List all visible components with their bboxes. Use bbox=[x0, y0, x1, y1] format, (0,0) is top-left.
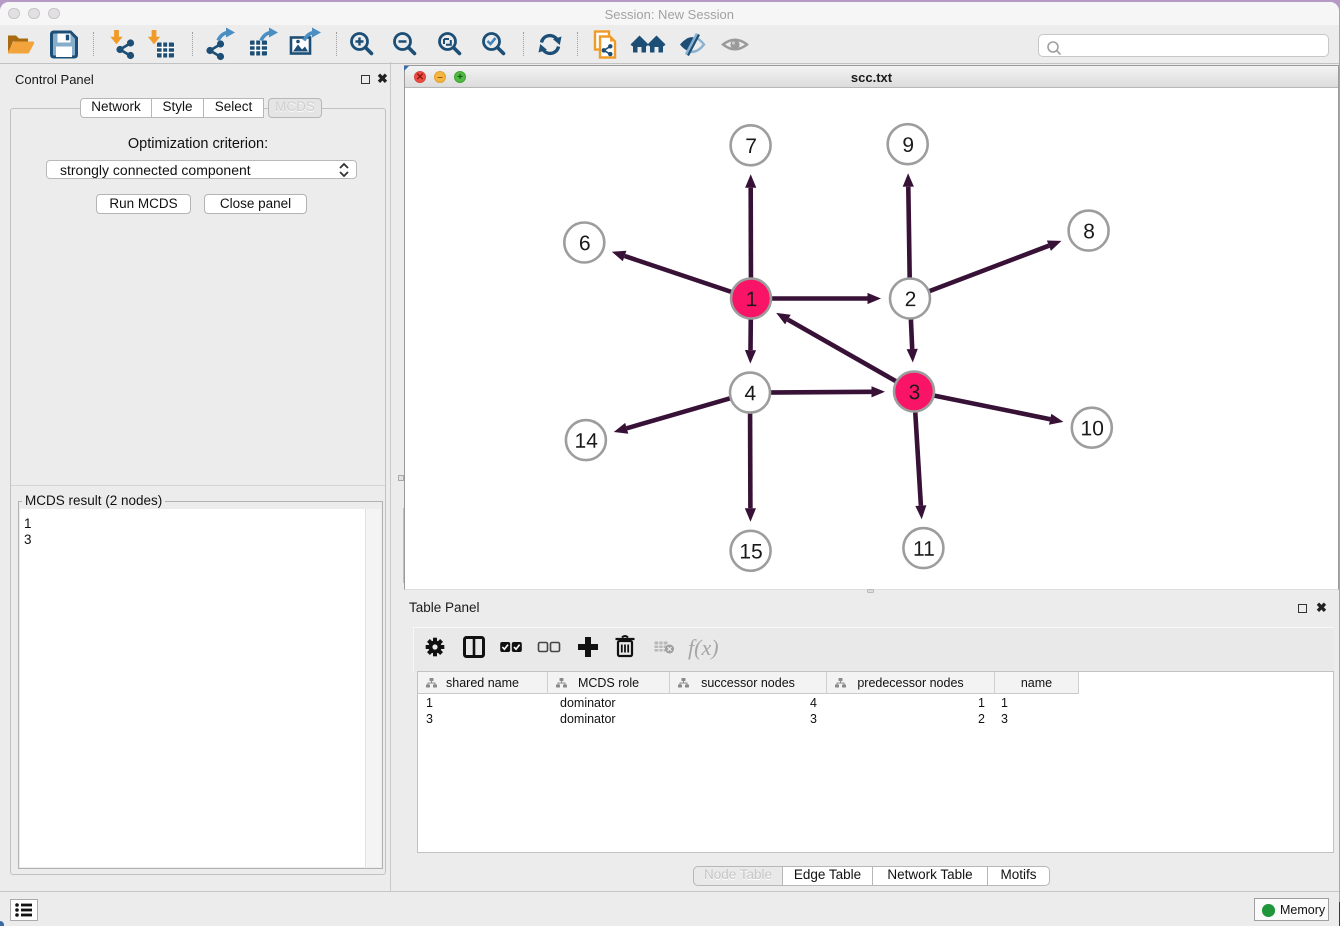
svg-text:f(x): f(x) bbox=[688, 635, 719, 660]
